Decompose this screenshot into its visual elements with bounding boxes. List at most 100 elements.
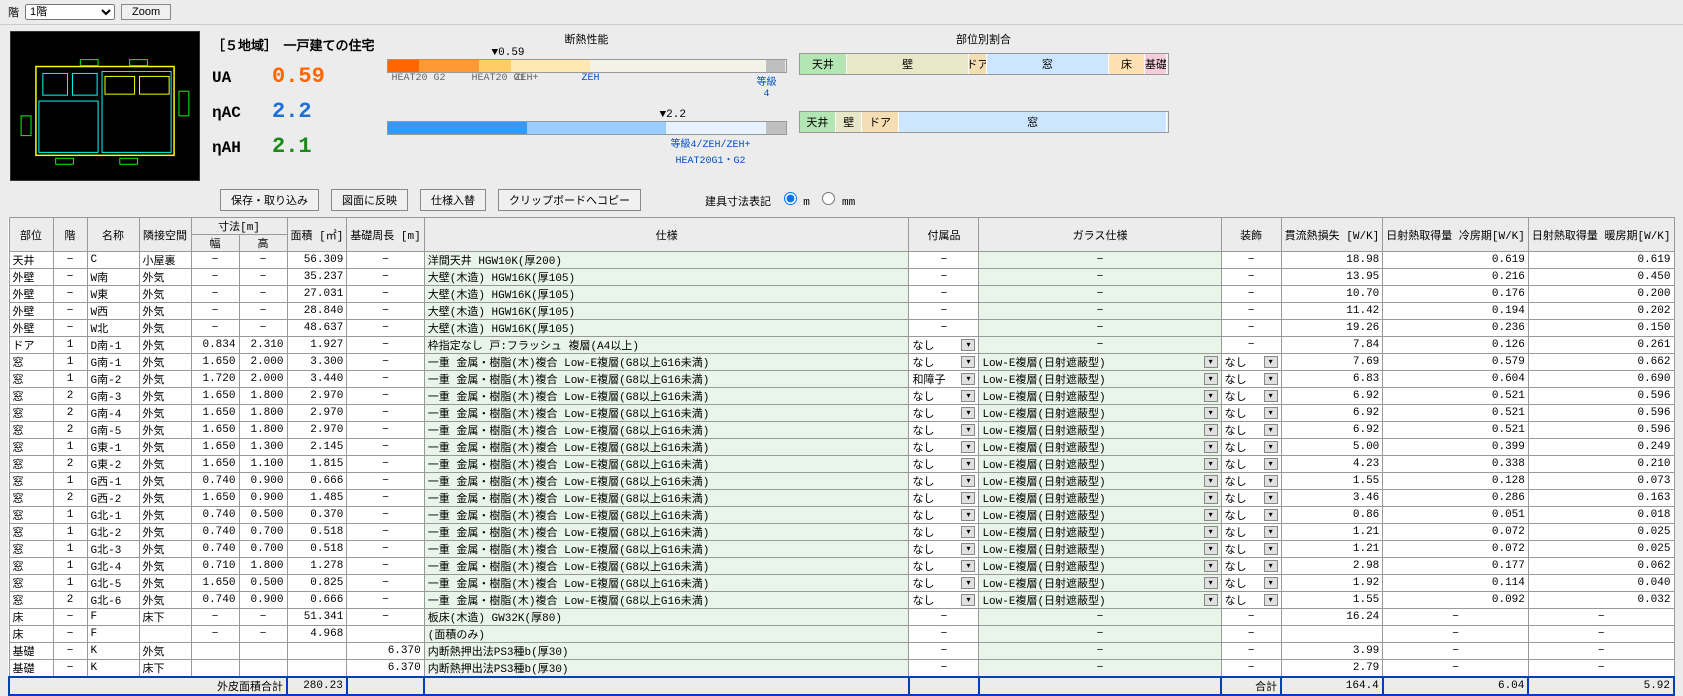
chevron-down-icon[interactable]: ▾ <box>961 594 975 606</box>
swap-button[interactable]: 仕様入替 <box>420 189 486 211</box>
dropdown-cell[interactable]: Low-E複層(日射遮蔽型)▾ <box>979 473 1221 490</box>
chevron-down-icon[interactable]: ▾ <box>1264 526 1278 538</box>
table-row[interactable]: 窓1G南-2外気1.7202.0003.440−一重 金属・樹脂(木)複合 Lo… <box>9 371 1674 388</box>
dropdown-cell[interactable]: Low-E複層(日射遮蔽型)▾ <box>979 524 1221 541</box>
table-row[interactable]: 窓2G北-6外気0.7400.9000.666−一重 金属・樹脂(木)複合 Lo… <box>9 592 1674 609</box>
table-row[interactable]: 窓2G西-2外気1.6500.9001.485−一重 金属・樹脂(木)複合 Lo… <box>9 490 1674 507</box>
dropdown-cell[interactable]: Low-E複層(日射遮蔽型)▾ <box>979 507 1221 524</box>
dropdown-cell[interactable]: なし▾ <box>1221 405 1281 422</box>
dropdown-cell[interactable]: なし▾ <box>909 337 979 354</box>
spec-cell[interactable]: 一重 金属・樹脂(木)複合 Low-E複層(G8以上G16未満) <box>424 388 909 405</box>
chevron-down-icon[interactable]: ▾ <box>1264 560 1278 572</box>
spec-cell[interactable]: 一重 金属・樹脂(木)複合 Low-E複層(G8以上G16未満) <box>424 507 909 524</box>
chevron-down-icon[interactable]: ▾ <box>1204 441 1218 453</box>
floor-select[interactable]: 1階 <box>25 4 115 20</box>
table-row[interactable]: 窓1G南-1外気1.6502.0003.300−一重 金属・樹脂(木)複合 Lo… <box>9 354 1674 371</box>
chevron-down-icon[interactable]: ▾ <box>961 390 975 402</box>
chevron-down-icon[interactable]: ▾ <box>1204 594 1218 606</box>
chevron-down-icon[interactable]: ▾ <box>961 356 975 368</box>
chevron-down-icon[interactable]: ▾ <box>961 339 975 351</box>
dropdown-cell[interactable]: 和障子▾ <box>909 371 979 388</box>
spec-cell[interactable]: 一重 金属・樹脂(木)複合 Low-E複層(G8以上G16未満) <box>424 456 909 473</box>
table-row[interactable]: 外壁−W北外気−−48.637−大壁(木造) HGW16K(厚105)−−−19… <box>9 320 1674 337</box>
spec-cell[interactable]: 大壁(木造) HGW16K(厚105) <box>424 303 909 320</box>
chevron-down-icon[interactable]: ▾ <box>961 509 975 521</box>
spec-cell[interactable]: 一重 金属・樹脂(木)複合 Low-E複層(G8以上G16未満) <box>424 592 909 609</box>
dropdown-cell[interactable]: Low-E複層(日射遮蔽型)▾ <box>979 354 1221 371</box>
spec-cell[interactable]: 枠指定なし 戸:フラッシュ 複層(A4以上) <box>424 337 909 354</box>
chevron-down-icon[interactable]: ▾ <box>961 560 975 572</box>
table-row[interactable]: 基礎−K外気6.370内断熱押出法PS3種b(厚30)−−−3.99−− <box>9 643 1674 660</box>
dropdown-cell[interactable]: なし▾ <box>909 422 979 439</box>
dropdown-cell[interactable]: なし▾ <box>909 524 979 541</box>
chevron-down-icon[interactable]: ▾ <box>961 543 975 555</box>
table-row[interactable]: 窓1G北-2外気0.7400.7000.518−一重 金属・樹脂(木)複合 Lo… <box>9 524 1674 541</box>
dropdown-cell[interactable]: なし▾ <box>1221 439 1281 456</box>
dropdown-cell[interactable]: なし▾ <box>909 558 979 575</box>
dropdown-cell[interactable]: なし▾ <box>909 439 979 456</box>
chevron-down-icon[interactable]: ▾ <box>1264 509 1278 521</box>
chevron-down-icon[interactable]: ▾ <box>1204 509 1218 521</box>
table-row[interactable]: ドア1D南-1外気0.8342.3101.927−枠指定なし 戸:フラッシュ 複… <box>9 337 1674 354</box>
chevron-down-icon[interactable]: ▾ <box>1264 577 1278 589</box>
dropdown-cell[interactable]: なし▾ <box>909 541 979 558</box>
table-row[interactable]: 窓1G北-3外気0.7400.7000.518−一重 金属・樹脂(木)複合 Lo… <box>9 541 1674 558</box>
chevron-down-icon[interactable]: ▾ <box>1264 356 1278 368</box>
dropdown-cell[interactable]: なし▾ <box>909 490 979 507</box>
table-row[interactable]: 窓1G北-1外気0.7400.5000.370−一重 金属・樹脂(木)複合 Lo… <box>9 507 1674 524</box>
chevron-down-icon[interactable]: ▾ <box>1204 407 1218 419</box>
table-row[interactable]: 基礎−K床下6.370内断熱押出法PS3種b(厚30)−−−2.79−− <box>9 660 1674 678</box>
chevron-down-icon[interactable]: ▾ <box>1264 543 1278 555</box>
table-row[interactable]: 窓1G北-4外気0.7101.8001.278−一重 金属・樹脂(木)複合 Lo… <box>9 558 1674 575</box>
chevron-down-icon[interactable]: ▾ <box>961 373 975 385</box>
spec-cell[interactable]: 板床(木造) GW32K(厚80) <box>424 609 909 626</box>
spec-cell[interactable]: 一重 金属・樹脂(木)複合 Low-E複層(G8以上G16未満) <box>424 354 909 371</box>
dropdown-cell[interactable]: なし▾ <box>1221 456 1281 473</box>
table-row[interactable]: 天井−C小屋裏−−56.309−洋間天井 HGW10K(厚200)−−−18.9… <box>9 252 1674 269</box>
table-row[interactable]: 窓2G東-2外気1.6501.1001.815−一重 金属・樹脂(木)複合 Lo… <box>9 456 1674 473</box>
chevron-down-icon[interactable]: ▾ <box>1264 594 1278 606</box>
spec-cell[interactable]: 大壁(木造) HGW16K(厚105) <box>424 269 909 286</box>
dropdown-cell[interactable]: Low-E複層(日射遮蔽型)▾ <box>979 575 1221 592</box>
chevron-down-icon[interactable]: ▾ <box>961 492 975 504</box>
dropdown-cell[interactable]: Low-E複層(日射遮蔽型)▾ <box>979 371 1221 388</box>
data-table[interactable]: 部位 階 名称 隣接空間 寸法[m] 面積 [㎡] 基礎周長 [m] 仕様 付属… <box>8 217 1675 696</box>
dropdown-cell[interactable]: なし▾ <box>1221 473 1281 490</box>
chevron-down-icon[interactable]: ▾ <box>1264 492 1278 504</box>
dropdown-cell[interactable]: Low-E複層(日射遮蔽型)▾ <box>979 490 1221 507</box>
dropdown-cell[interactable]: Low-E複層(日射遮蔽型)▾ <box>979 422 1221 439</box>
table-row[interactable]: 窓2G南-5外気1.6501.8002.970−一重 金属・樹脂(木)複合 Lo… <box>9 422 1674 439</box>
spec-cell[interactable]: 一重 金属・樹脂(木)複合 Low-E複層(G8以上G16未満) <box>424 490 909 507</box>
dropdown-cell[interactable]: なし▾ <box>909 575 979 592</box>
spec-cell[interactable]: 大壁(木造) HGW16K(厚105) <box>424 286 909 303</box>
spec-cell[interactable]: 一重 金属・樹脂(木)複合 Low-E複層(G8以上G16未満) <box>424 558 909 575</box>
dropdown-cell[interactable]: Low-E複層(日射遮蔽型)▾ <box>979 541 1221 558</box>
table-row[interactable]: 外壁−W西外気−−28.840−大壁(木造) HGW16K(厚105)−−−11… <box>9 303 1674 320</box>
dropdown-cell[interactable]: なし▾ <box>909 473 979 490</box>
reflect-button[interactable]: 図面に反映 <box>331 189 408 211</box>
table-row[interactable]: 窓1G東-1外気1.6501.3002.145−一重 金属・樹脂(木)複合 Lo… <box>9 439 1674 456</box>
dropdown-cell[interactable]: なし▾ <box>909 354 979 371</box>
chevron-down-icon[interactable]: ▾ <box>1264 458 1278 470</box>
table-row[interactable]: 窓1G北-5外気1.6500.5000.825−一重 金属・樹脂(木)複合 Lo… <box>9 575 1674 592</box>
chevron-down-icon[interactable]: ▾ <box>1204 356 1218 368</box>
spec-cell[interactable]: 内断熱押出法PS3種b(厚30) <box>424 660 909 678</box>
chevron-down-icon[interactable]: ▾ <box>1204 560 1218 572</box>
spec-cell[interactable]: 内断熱押出法PS3種b(厚30) <box>424 643 909 660</box>
spec-cell[interactable]: 一重 金属・樹脂(木)複合 Low-E複層(G8以上G16未満) <box>424 524 909 541</box>
chevron-down-icon[interactable]: ▾ <box>1264 373 1278 385</box>
dropdown-cell[interactable]: Low-E複層(日射遮蔽型)▾ <box>979 456 1221 473</box>
dropdown-cell[interactable]: なし▾ <box>1221 524 1281 541</box>
chevron-down-icon[interactable]: ▾ <box>961 475 975 487</box>
spec-cell[interactable]: (面積のみ) <box>424 626 909 643</box>
zoom-button[interactable]: Zoom <box>121 4 171 20</box>
dropdown-cell[interactable]: なし▾ <box>1221 388 1281 405</box>
chevron-down-icon[interactable]: ▾ <box>1204 526 1218 538</box>
table-row[interactable]: 床−F−−4.968(面積のみ)−−−−− <box>9 626 1674 643</box>
spec-cell[interactable]: 一重 金属・樹脂(木)複合 Low-E複層(G8以上G16未満) <box>424 371 909 388</box>
table-row[interactable]: 床−F床下−−51.341−板床(木造) GW32K(厚80)−−−16.24−… <box>9 609 1674 626</box>
dropdown-cell[interactable]: なし▾ <box>1221 354 1281 371</box>
chevron-down-icon[interactable]: ▾ <box>1204 492 1218 504</box>
chevron-down-icon[interactable]: ▾ <box>1264 441 1278 453</box>
chevron-down-icon[interactable]: ▾ <box>961 526 975 538</box>
